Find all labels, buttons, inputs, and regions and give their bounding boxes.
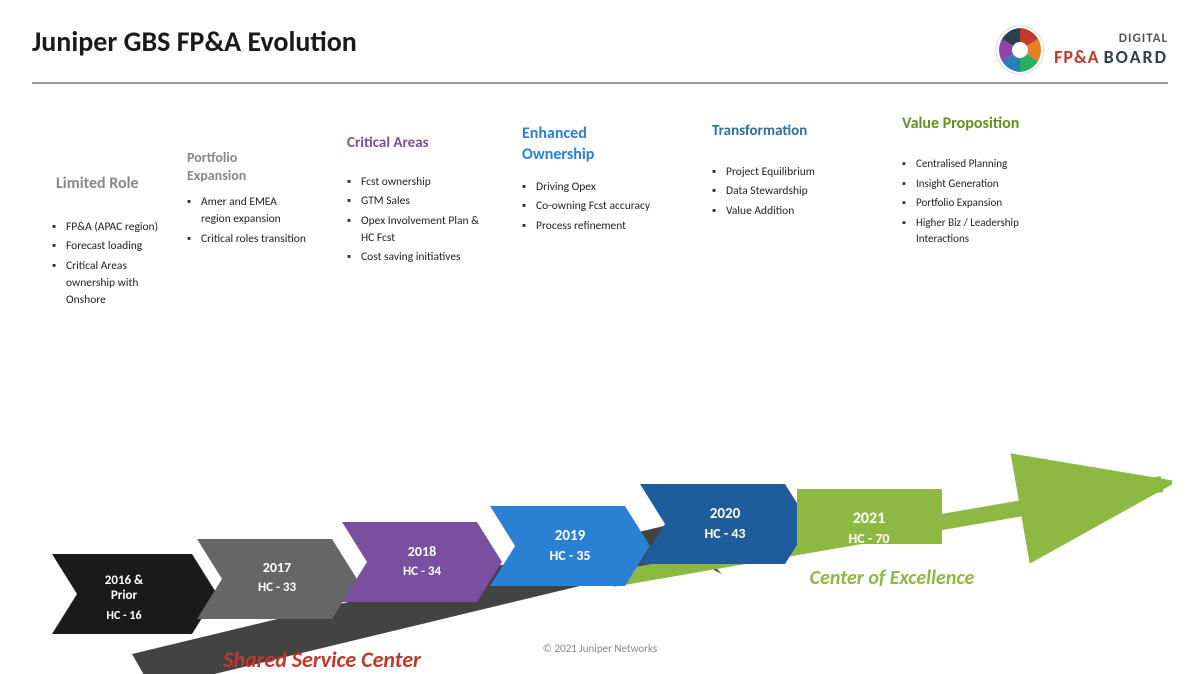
svg-text:2020: 2020 [710, 505, 741, 523]
svg-text:2021: 2021 [853, 509, 885, 528]
page: Juniper GBS FP&A Evolution DIGITAL FP&A … [0, 0, 1200, 665]
svg-text:2018: 2018 [408, 543, 436, 560]
footer: © 2021 Juniper Networks [543, 642, 657, 655]
page-title: Juniper GBS FP&A Evolution [32, 24, 357, 59]
svg-text:2019: 2019 [555, 527, 586, 545]
header: Juniper GBS FP&A Evolution DIGITAL FP&A … [32, 24, 1168, 76]
header-divider [32, 82, 1168, 84]
logo-fpa: FP&A [1054, 47, 1099, 69]
logo-icon [994, 24, 1046, 76]
logo-text: DIGITAL FP&A BOARD [1054, 31, 1168, 68]
svg-text:Shared Service Center: Shared Service Center [222, 646, 422, 673]
svg-text:HC - 33: HC - 33 [258, 580, 297, 595]
svg-text:HC - 35: HC - 35 [549, 547, 590, 564]
svg-text:HC - 16: HC - 16 [106, 609, 141, 623]
staircase-svg: 2016 & Prior HC - 16 2017 HC - 33 2018 H… [32, 94, 1172, 674]
logo-board: BOARD [1104, 47, 1168, 69]
logo-area: DIGITAL FP&A BOARD [994, 24, 1168, 76]
svg-text:HC - 70: HC - 70 [848, 530, 889, 547]
logo-digital: DIGITAL [1054, 31, 1168, 47]
chart-area: Limited Role PortfolioExpansion Critical… [32, 94, 1172, 674]
svg-text:Prior: Prior [111, 588, 138, 603]
svg-text:HC - 34: HC - 34 [403, 564, 442, 579]
svg-text:HC - 43: HC - 43 [704, 525, 745, 542]
svg-text:Center of Excellence: Center of Excellence [810, 566, 975, 590]
svg-text:2017: 2017 [263, 559, 291, 576]
svg-text:2016 &: 2016 & [105, 573, 144, 588]
